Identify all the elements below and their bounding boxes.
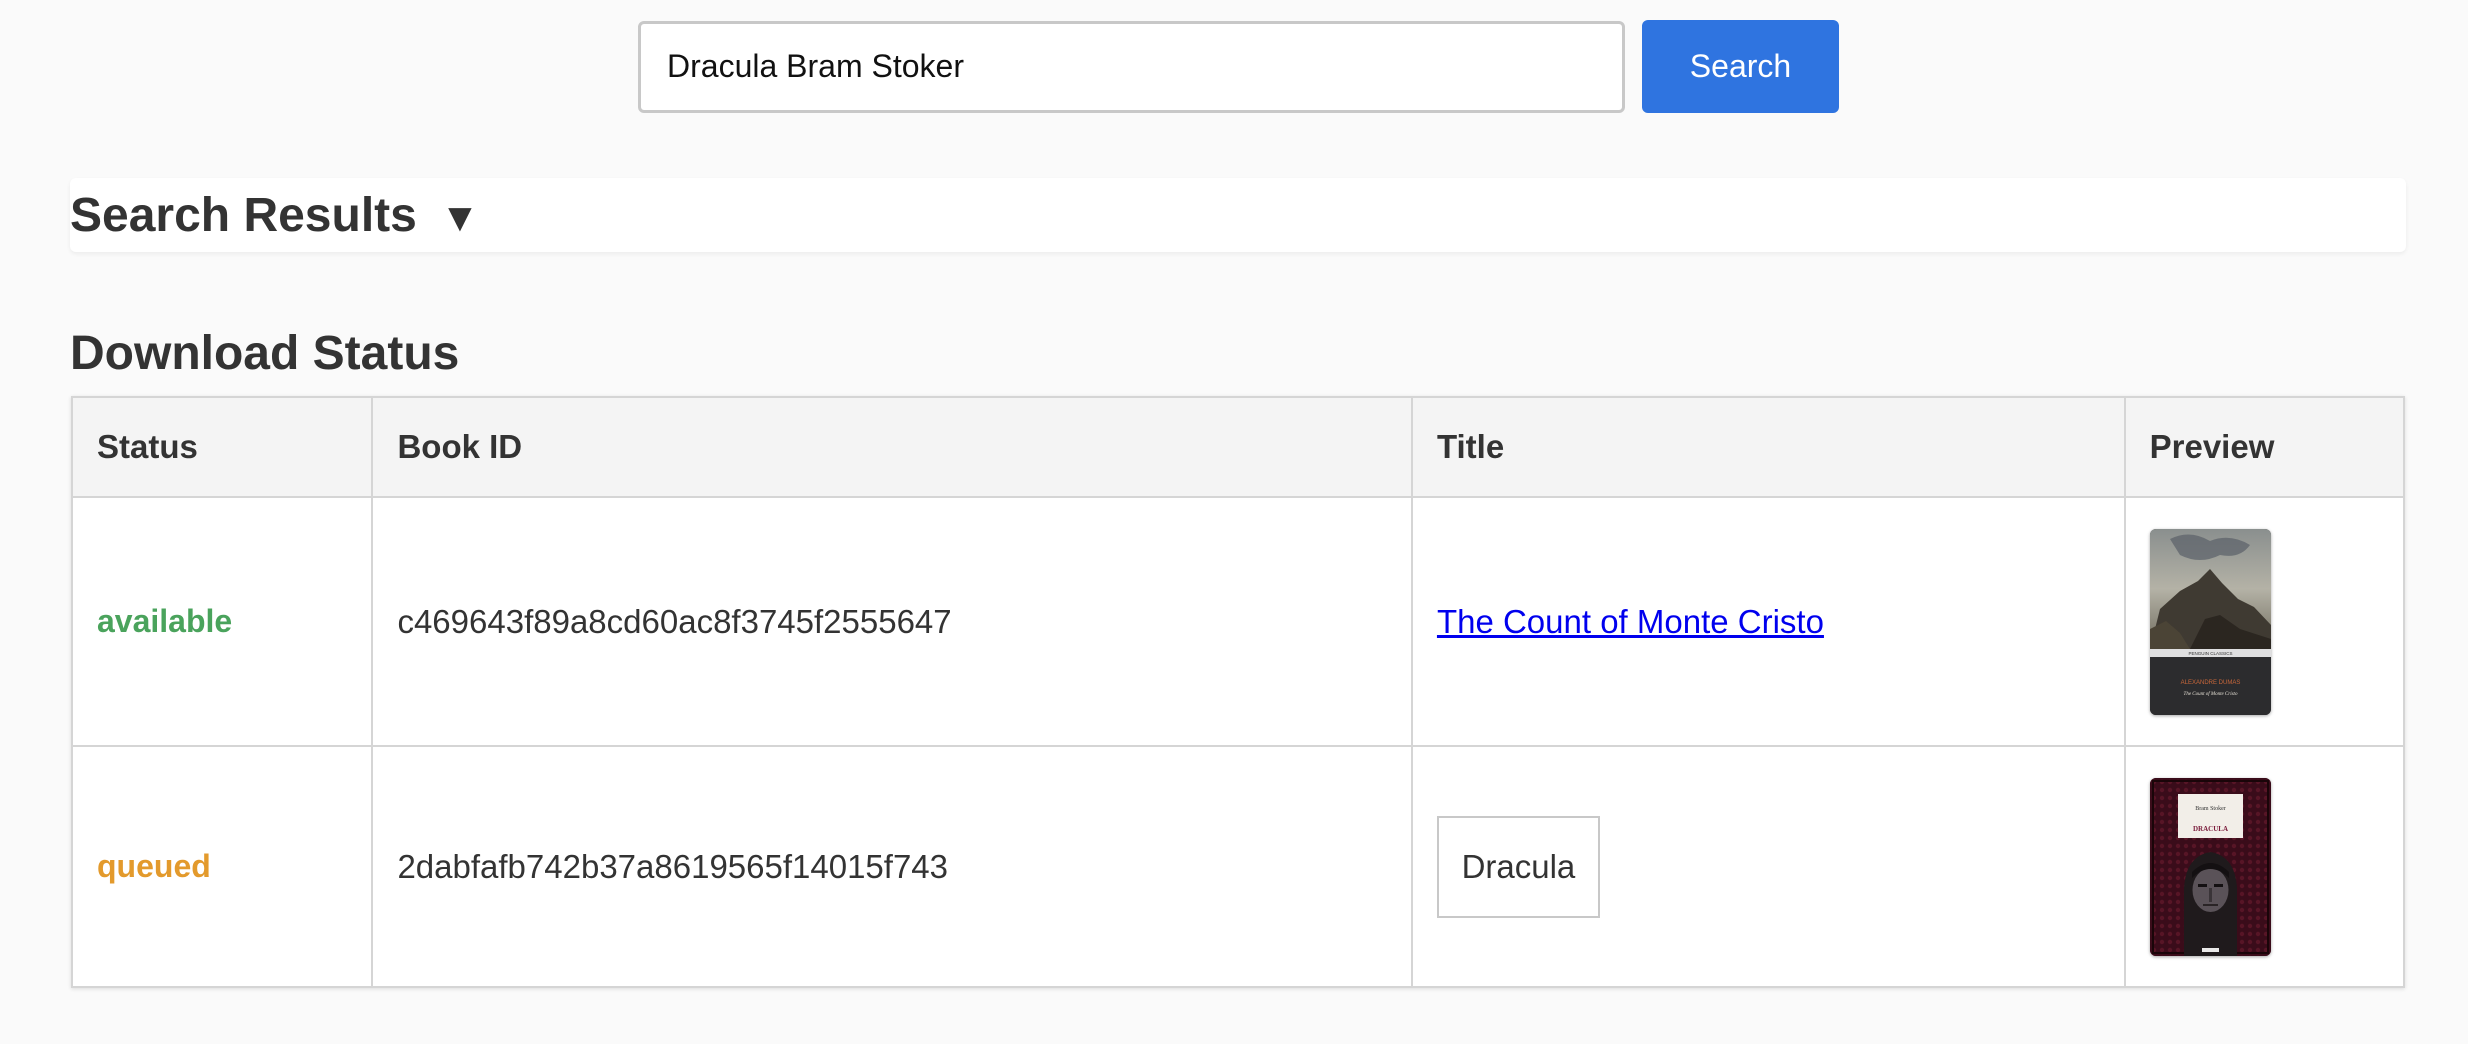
search-results-label: Search Results (70, 188, 417, 242)
column-header-title: Title (1410, 396, 2126, 498)
column-header-book-id: Book ID (371, 396, 1413, 498)
status-badge: queued (97, 848, 211, 884)
book-id: 2dabfafb742b37a8619565f14015f743 (397, 847, 949, 885)
book-id-cell: 2dabfafb742b37a8619565f14015f743 (371, 745, 1413, 988)
chevron-down-icon[interactable]: ▼ (440, 196, 480, 240)
book-title-link[interactable]: The Count of Monte Cristo (1437, 603, 1824, 640)
book-cover-image[interactable]: Bram Stoker DRACULA (2149, 777, 2271, 956)
search-input[interactable] (638, 20, 1625, 113)
cover-author-text: Bram Stoker (2195, 806, 2226, 812)
cover-title-text: The Count of Monte Cristo (2183, 692, 2237, 697)
search-bar: Search (638, 20, 1839, 113)
title-cell: The Count of Monte Cristo (1410, 496, 2126, 747)
cover-series-text: PENGUIN CLASSICS (2188, 651, 2232, 656)
book-title-button[interactable]: Dracula (1436, 815, 1600, 918)
column-header-status: Status (70, 396, 374, 498)
book-cover-image[interactable]: PENGUIN CLASSICS ALEXANDRE DUMAS The Cou… (2149, 528, 2271, 715)
status-badge: available (97, 603, 233, 639)
column-header-preview: Preview (2123, 396, 2406, 498)
download-status-table: Status Book ID Title Preview available c… (70, 396, 2406, 988)
cover-title-text: DRACULA (2193, 825, 2228, 833)
search-results-panel[interactable]: Search Results ▼ (70, 178, 2406, 252)
search-button[interactable]: Search (1642, 20, 1839, 113)
status-cell: queued (70, 745, 374, 988)
book-id-cell: c469643f89a8cd60ac8f3745f2555647 (371, 496, 1413, 747)
status-cell: available (70, 496, 374, 747)
preview-cell: Bram Stoker DRACULA (2123, 745, 2406, 988)
table-header-row: Status Book ID Title Preview (70, 396, 2406, 498)
preview-cell: PENGUIN CLASSICS ALEXANDRE DUMAS The Cou… (2123, 496, 2406, 747)
table-row: available c469643f89a8cd60ac8f3745f25556… (70, 496, 2406, 747)
book-id: c469643f89a8cd60ac8f3745f2555647 (397, 602, 952, 640)
search-results-title[interactable]: Search Results ▼ (70, 188, 480, 243)
title-cell: Dracula (1410, 745, 2126, 988)
download-status-title: Download Status (70, 327, 460, 380)
table-row: queued 2dabfafb742b37a8619565f14015f743 … (70, 745, 2406, 988)
cover-author-text: ALEXANDRE DUMAS (2180, 680, 2240, 686)
